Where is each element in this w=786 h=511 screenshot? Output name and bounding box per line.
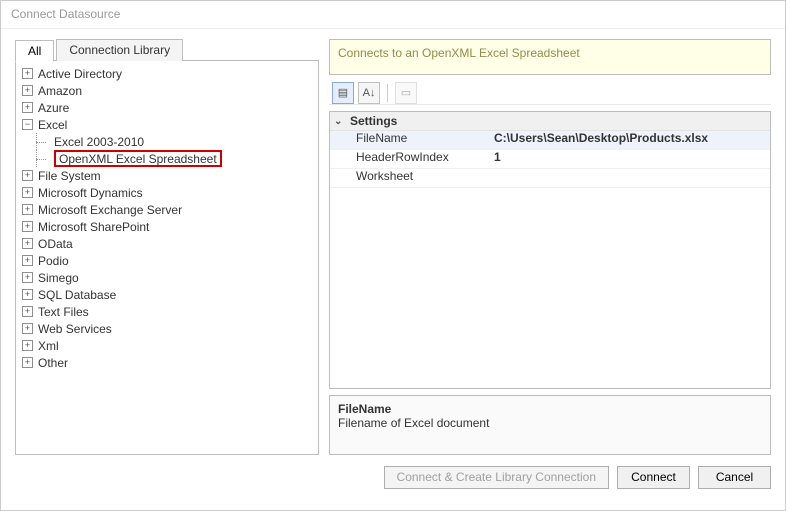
tree-node-label: Excel bbox=[38, 118, 67, 132]
tab-connection-library[interactable]: Connection Library bbox=[56, 39, 183, 61]
tree-node-active-directory[interactable]: + Active Directory bbox=[18, 65, 316, 82]
datasource-description: Connects to an OpenXML Excel Spreadsheet bbox=[329, 39, 771, 75]
tree-node-label: Microsoft Dynamics bbox=[38, 186, 143, 200]
settings-section-header[interactable]: ⌄ Settings bbox=[330, 112, 770, 131]
property-toolbar: ▤ A↓ ▭ bbox=[329, 81, 771, 105]
expand-icon[interactable]: + bbox=[22, 357, 33, 368]
settings-name: HeaderRowIndex bbox=[330, 150, 490, 168]
tree-node-label: Simego bbox=[38, 271, 79, 285]
connect-button[interactable]: Connect bbox=[617, 466, 690, 489]
tree-node-microsoft-exchange-server[interactable]: + Microsoft Exchange Server bbox=[18, 201, 316, 218]
tree-node-sql-database[interactable]: + SQL Database bbox=[18, 286, 316, 303]
expand-icon[interactable]: + bbox=[22, 102, 33, 113]
property-pages-button: ▭ bbox=[395, 82, 417, 104]
tree-node-amazon[interactable]: + Amazon bbox=[18, 82, 316, 99]
collapse-icon[interactable]: − bbox=[22, 119, 33, 130]
tree-node-label: OData bbox=[38, 237, 73, 251]
help-title: FileName bbox=[338, 402, 762, 416]
tabs: All Connection Library bbox=[15, 39, 319, 61]
tree-branch-icon bbox=[36, 133, 50, 150]
tree-node-excel[interactable]: −Excel bbox=[18, 116, 316, 133]
settings-section-label: Settings bbox=[350, 114, 397, 128]
chevron-down-icon: ⌄ bbox=[334, 116, 346, 127]
tree-node-web-services[interactable]: + Web Services bbox=[18, 320, 316, 337]
cancel-button[interactable]: Cancel bbox=[698, 466, 771, 489]
tree-branch-icon bbox=[36, 150, 50, 167]
alphabetical-view-button[interactable]: A↓ bbox=[358, 82, 380, 104]
tree-node-text-files[interactable]: + Text Files bbox=[18, 303, 316, 320]
tree-leaf-label: Excel 2003-2010 bbox=[54, 135, 144, 149]
expand-icon[interactable]: + bbox=[22, 306, 33, 317]
expand-icon[interactable]: + bbox=[22, 170, 33, 181]
expand-icon[interactable]: + bbox=[22, 187, 33, 198]
tree-node-microsoft-sharepoint[interactable]: + Microsoft SharePoint bbox=[18, 218, 316, 235]
tree-node-label: Microsoft Exchange Server bbox=[38, 203, 182, 217]
tree-node-microsoft-dynamics[interactable]: + Microsoft Dynamics bbox=[18, 184, 316, 201]
tree-node-label: Azure bbox=[38, 101, 69, 115]
expand-icon[interactable]: + bbox=[22, 340, 33, 351]
settings-name: FileName bbox=[330, 131, 490, 149]
help-text: Filename of Excel document bbox=[338, 416, 762, 430]
settings-value[interactable] bbox=[490, 169, 770, 187]
tree-node-label: Web Services bbox=[38, 322, 112, 336]
tree-node-podio[interactable]: + Podio bbox=[18, 252, 316, 269]
settings-grid[interactable]: ⌄ Settings FileNameC:\Users\Sean\Desktop… bbox=[329, 111, 771, 389]
expand-icon[interactable]: + bbox=[22, 323, 33, 334]
datasource-tree[interactable]: +Active Directory+Amazon+Azure−ExcelExce… bbox=[15, 61, 319, 455]
expand-icon[interactable]: + bbox=[22, 204, 33, 215]
settings-value[interactable]: C:\Users\Sean\Desktop\Products.xlsx bbox=[490, 131, 770, 149]
toolbar-divider bbox=[387, 84, 388, 102]
tree-node-label: Microsoft SharePoint bbox=[38, 220, 149, 234]
tree-node-xml[interactable]: + Xml bbox=[18, 337, 316, 354]
expand-icon[interactable]: + bbox=[22, 238, 33, 249]
settings-row-headerrowindex[interactable]: HeaderRowIndex1 bbox=[330, 150, 770, 169]
settings-row-filename[interactable]: FileNameC:\Users\Sean\Desktop\Products.x… bbox=[330, 131, 770, 150]
tree-node-other[interactable]: + Other bbox=[18, 354, 316, 371]
property-help: FileName Filename of Excel document bbox=[329, 395, 771, 455]
categorized-view-button[interactable]: ▤ bbox=[332, 82, 354, 104]
tree-node-label: Active Directory bbox=[38, 67, 122, 81]
tree-node-label: Amazon bbox=[38, 84, 82, 98]
expand-icon[interactable]: + bbox=[22, 289, 33, 300]
tree-leaf-excel-2003-2010[interactable]: Excel 2003-2010 bbox=[36, 133, 316, 150]
tree-leaf-label: OpenXML Excel Spreadsheet bbox=[54, 150, 222, 167]
tree-node-simego[interactable]: + Simego bbox=[18, 269, 316, 286]
tree-node-file-system[interactable]: + File System bbox=[18, 167, 316, 184]
tree-node-azure[interactable]: + Azure bbox=[18, 99, 316, 116]
settings-row-worksheet[interactable]: Worksheet bbox=[330, 169, 770, 188]
tree-node-label: Text Files bbox=[38, 305, 89, 319]
tree-node-label: Other bbox=[38, 356, 68, 370]
connect-create-library-button: Connect & Create Library Connection bbox=[384, 466, 609, 489]
expand-icon[interactable]: + bbox=[22, 255, 33, 266]
window-title: Connect Datasource bbox=[1, 1, 785, 29]
expand-icon[interactable]: + bbox=[22, 221, 33, 232]
tree-node-label: File System bbox=[38, 169, 101, 183]
settings-name: Worksheet bbox=[330, 169, 490, 187]
tree-node-label: Podio bbox=[38, 254, 69, 268]
tree-node-label: Xml bbox=[38, 339, 59, 353]
expand-icon[interactable]: + bbox=[22, 272, 33, 283]
dialog-footer: Connect & Create Library Connection Conn… bbox=[1, 455, 785, 499]
expand-icon[interactable]: + bbox=[22, 85, 33, 96]
expand-icon[interactable]: + bbox=[22, 68, 33, 79]
tree-node-label: SQL Database bbox=[38, 288, 116, 302]
tree-node-odata[interactable]: + OData bbox=[18, 235, 316, 252]
tree-leaf-openxml-excel-spreadsheet[interactable]: OpenXML Excel Spreadsheet bbox=[36, 150, 316, 167]
tab-all[interactable]: All bbox=[15, 40, 54, 62]
settings-value[interactable]: 1 bbox=[490, 150, 770, 168]
